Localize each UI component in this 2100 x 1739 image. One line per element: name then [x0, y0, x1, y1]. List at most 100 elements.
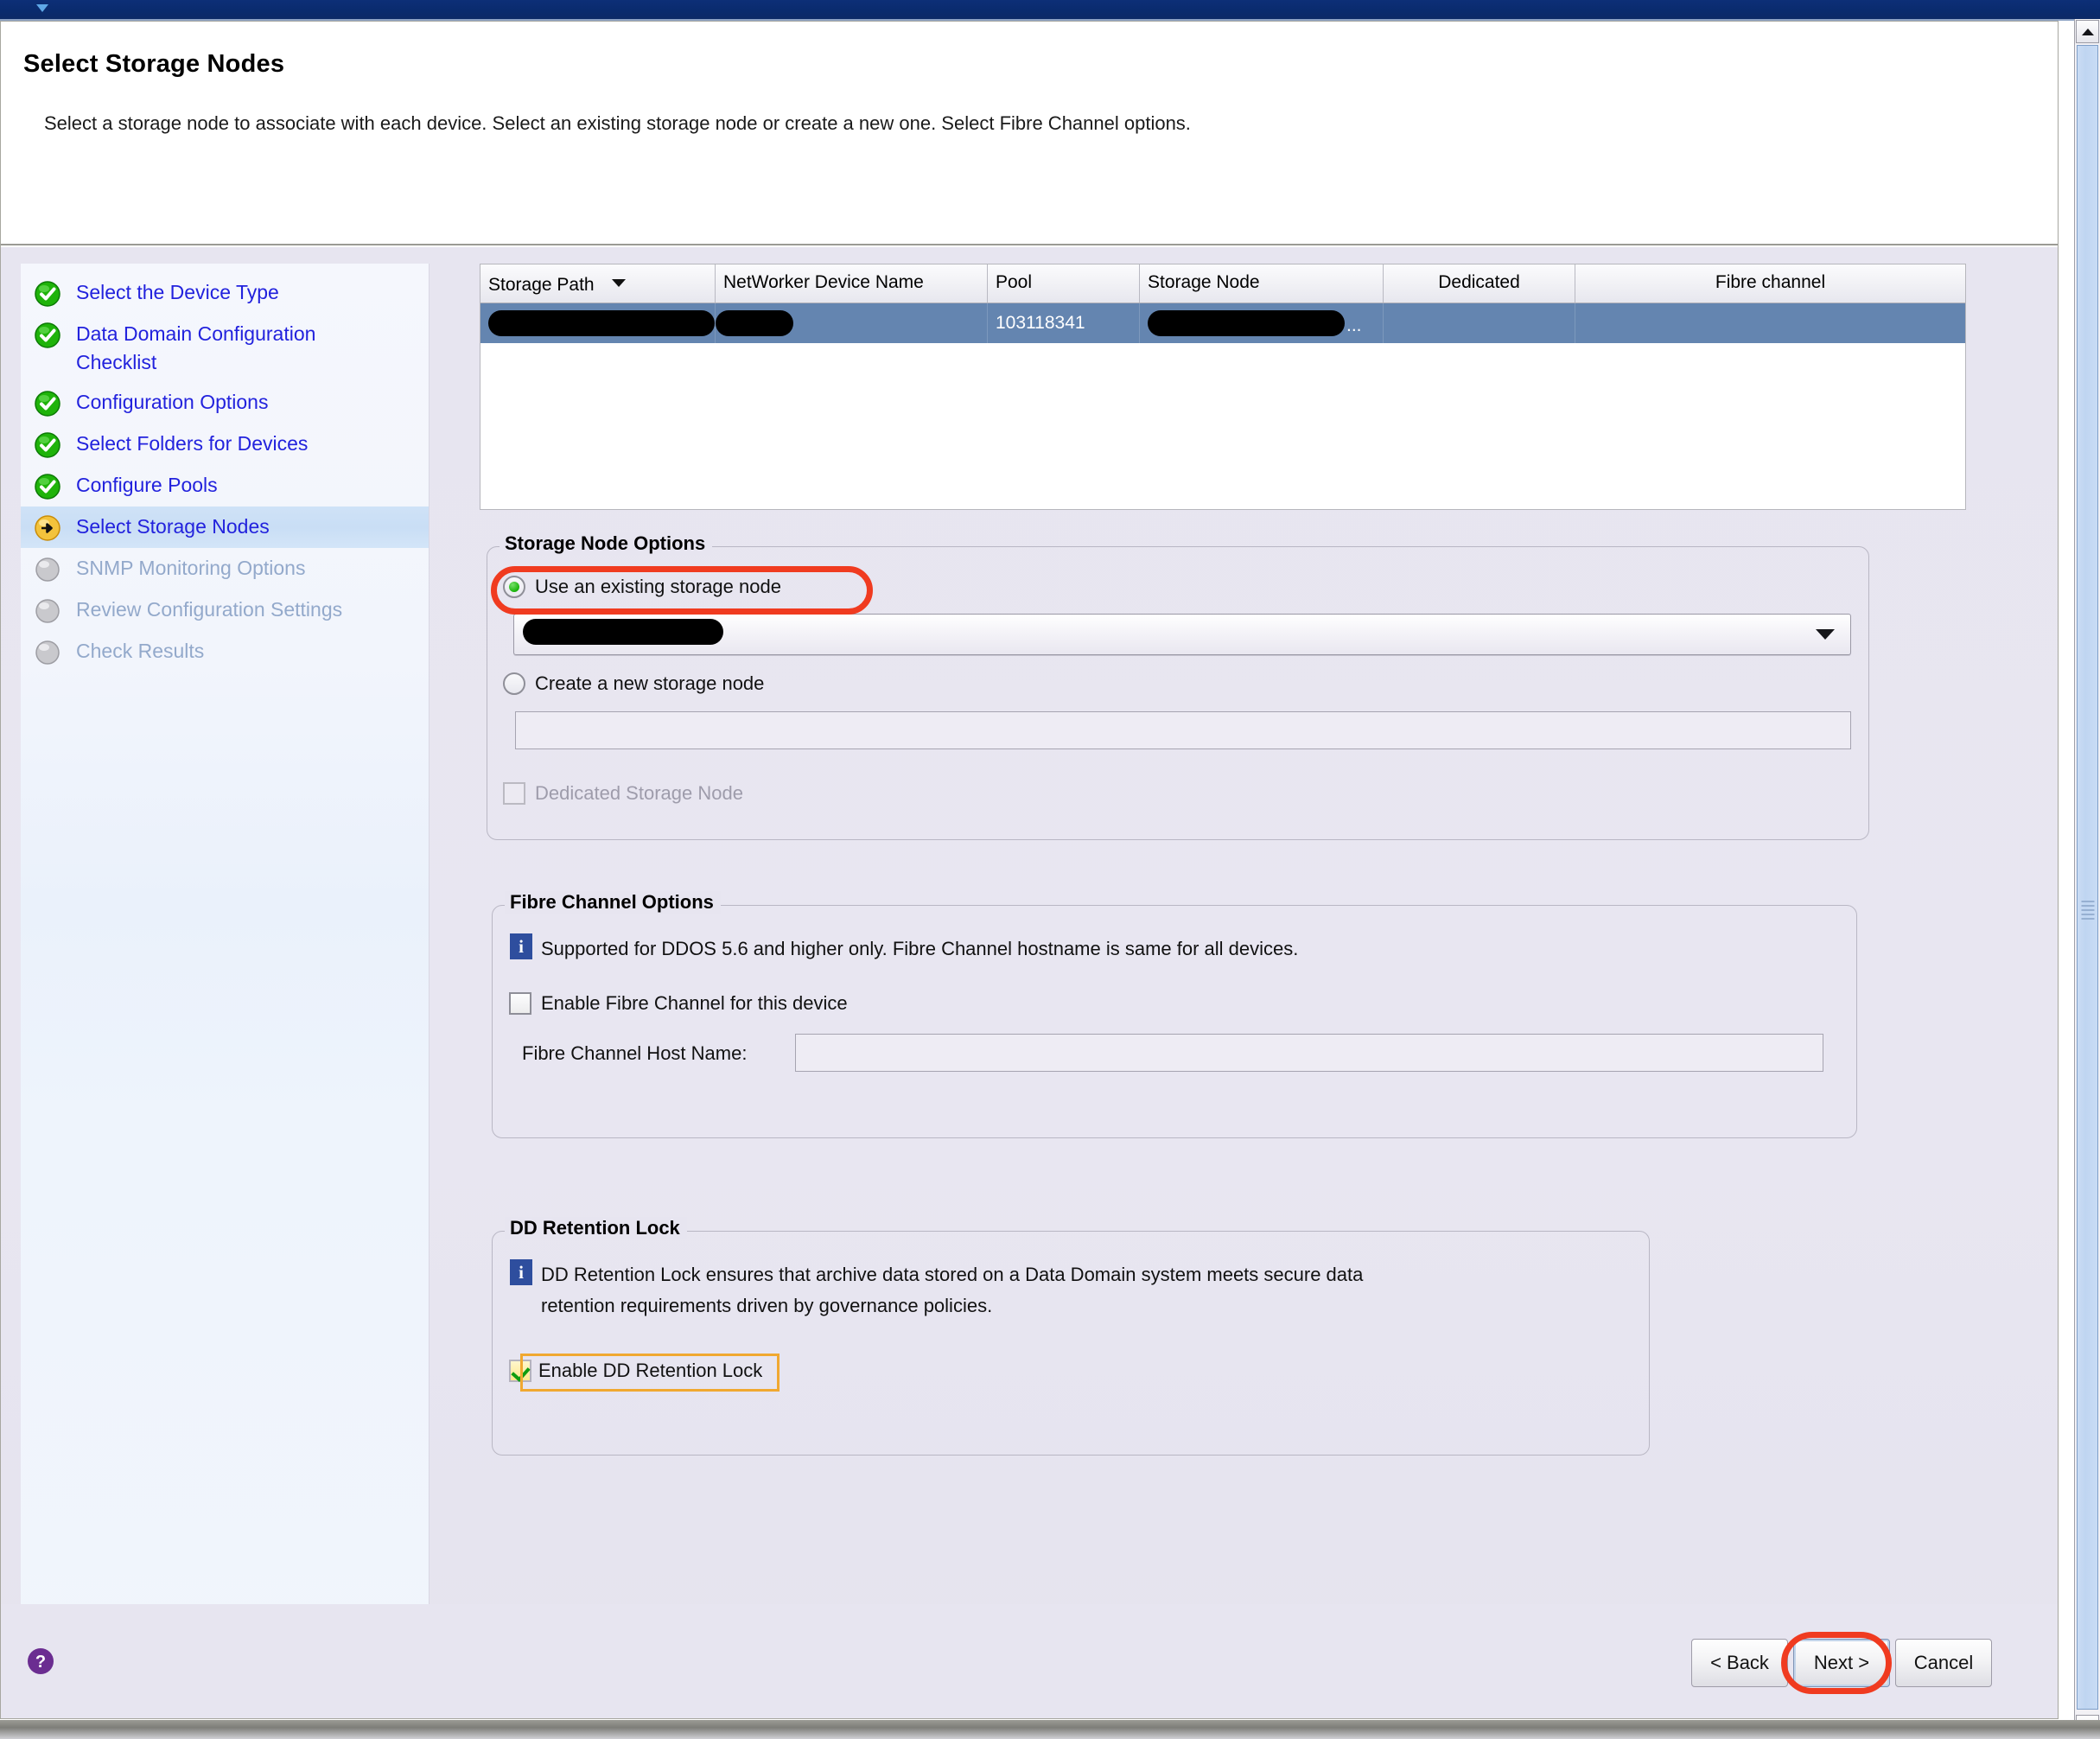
column-header-storage-path[interactable]: Storage Path	[480, 264, 716, 303]
group-title: Storage Node Options	[500, 532, 713, 555]
page-title: Select Storage Nodes	[23, 50, 285, 78]
sidebar-item-select-storage-nodes[interactable]: Select Storage Nodes	[21, 506, 429, 548]
enable-dd-retention-lock-checkbox[interactable]: Enable DD Retention Lock	[509, 1360, 762, 1382]
dd-retention-lock-info-line-2: retention requirements driven by governa…	[541, 1295, 993, 1316]
sidebar-item-configure-pools[interactable]: Configure Pools	[21, 465, 429, 506]
green-check-icon	[33, 430, 62, 460]
help-question-icon[interactable]: ?	[25, 1646, 56, 1677]
svg-text:?: ?	[35, 1653, 46, 1672]
redacted-value-bar	[716, 310, 793, 336]
cell-pool: 103118341	[988, 303, 1140, 343]
sidebar-item-review-configuration-settings: Review Configuration Settings	[21, 589, 429, 631]
fibre-channel-info-row: i Supported for DDOS 5.6 and higher only…	[510, 933, 1298, 965]
fibre-channel-host-name-label: Fibre Channel Host Name:	[522, 1042, 748, 1064]
column-header-fibre-channel[interactable]: Fibre channel	[1575, 264, 1965, 303]
use-existing-storage-node-label: Use an existing storage node	[535, 576, 781, 597]
radio-button-icon[interactable]	[503, 672, 525, 695]
green-check-icon	[33, 279, 62, 309]
sidebar-item-label: Select Folders for Devices	[76, 432, 309, 455]
checkbox-icon[interactable]	[509, 1360, 531, 1382]
cell-networker-device-name	[716, 303, 988, 343]
sidebar-item-label: Review Configuration Settings	[76, 598, 343, 621]
dd-retention-lock-group: DD Retention Lock i DD Retention Lock en…	[492, 1217, 1650, 1456]
checkbox-icon[interactable]	[509, 992, 531, 1015]
table-row[interactable]: 103118341 ...	[480, 303, 1965, 343]
grey-circle-icon	[33, 596, 62, 626]
scrollbar-thumb[interactable]	[2077, 45, 2098, 1710]
radio-button-icon[interactable]	[503, 576, 525, 598]
chevron-down-icon[interactable]	[1816, 629, 1835, 640]
wizard-sidebar: Select the Device Type Data Domain Confi…	[21, 264, 430, 1661]
existing-storage-node-combobox[interactable]	[513, 614, 1851, 655]
sidebar-item-configuration-options[interactable]: Configuration Options	[21, 382, 429, 424]
green-check-icon	[33, 321, 62, 350]
sidebar-item-snmp-monitoring-options: SNMP Monitoring Options	[21, 548, 429, 589]
new-storage-node-input[interactable]	[515, 711, 1851, 749]
orange-arrow-icon	[33, 513, 62, 543]
back-button[interactable]: < Back	[1691, 1639, 1788, 1687]
sidebar-item-data-domain-configuration-checklist[interactable]: Data Domain Configuration Checklist	[21, 314, 429, 382]
content-column: Storage Path NetWorker Device Name Pool …	[474, 252, 2030, 1718]
next-button[interactable]: Next >	[1793, 1639, 1890, 1687]
footer-bar: ? < Back Next > Cancel	[1, 1604, 2058, 1718]
green-check-icon	[33, 472, 62, 501]
cell-fibre-channel	[1575, 303, 1965, 343]
group-title: DD Retention Lock	[505, 1217, 687, 1239]
enable-fibre-channel-checkbox[interactable]: Enable Fibre Channel for this device	[509, 992, 848, 1015]
sidebar-item-select-the-device-type[interactable]: Select the Device Type	[21, 272, 429, 314]
device-table-body: 103118341 ...	[480, 303, 1965, 508]
storage-node-options-group: Storage Node Options Use an existing sto…	[487, 532, 1869, 840]
info-icon: i	[510, 933, 532, 959]
sidebar-item-select-folders-for-devices[interactable]: Select Folders for Devices	[21, 424, 429, 465]
sidebar-item-label: SNMP Monitoring Options	[76, 557, 306, 579]
column-header-pool[interactable]: Pool	[988, 264, 1140, 303]
column-header-dedicated[interactable]: Dedicated	[1384, 264, 1575, 303]
page-subtitle: Select a storage node to associate with …	[44, 112, 1191, 134]
dedicated-storage-node-checkbox: Dedicated Storage Node	[503, 782, 743, 805]
fibre-channel-options-group: Fibre Channel Options i Supported for DD…	[492, 891, 1857, 1138]
redacted-value-bar	[523, 619, 723, 645]
sidebar-item-label: Configure Pools	[76, 474, 218, 496]
redacted-value-bar	[488, 310, 715, 336]
dd-retention-lock-info-row: i DD Retention Lock ensures that archive…	[510, 1259, 1363, 1322]
device-table-header-row: Storage Path NetWorker Device Name Pool …	[480, 264, 1965, 303]
footer-button-group: < Back Next > Cancel	[1691, 1639, 1992, 1687]
scrollbar-grip-icon	[2081, 901, 2094, 920]
cell-storage-node: ...	[1140, 303, 1384, 343]
enable-dd-retention-lock-label: Enable DD Retention Lock	[538, 1360, 763, 1381]
fibre-channel-host-name-input[interactable]	[795, 1034, 1823, 1072]
column-header-label: Storage Path	[488, 275, 595, 295]
sidebar-item-check-results: Check Results	[21, 631, 429, 672]
vertical-scrollbar[interactable]	[2074, 19, 2100, 1739]
sidebar-item-label: Select the Device Type	[76, 281, 279, 303]
redacted-value-bar	[1148, 310, 1345, 336]
app-logo-icon	[35, 1, 50, 16]
wizard-window: Select Storage Nodes Select a storage no…	[0, 21, 2059, 1719]
sidebar-item-label: Configuration Options	[76, 391, 269, 413]
grey-circle-icon	[33, 638, 62, 667]
group-title: Fibre Channel Options	[505, 891, 721, 914]
grey-circle-icon	[33, 555, 62, 584]
cancel-button[interactable]: Cancel	[1895, 1639, 1992, 1687]
dd-retention-lock-info-line-1: DD Retention Lock ensures that archive d…	[541, 1264, 1364, 1285]
window-bottom-edge	[0, 1720, 2100, 1739]
cell-storage-path	[480, 303, 716, 343]
create-new-storage-node-radio[interactable]: Create a new storage node	[503, 672, 764, 695]
existing-storage-node-value	[523, 619, 723, 647]
cell-truncation-ellipsis: ...	[1346, 315, 1362, 335]
info-icon: i	[510, 1259, 532, 1285]
dedicated-storage-node-label: Dedicated Storage Node	[535, 782, 743, 804]
sidebar-item-label: Select Storage Nodes	[76, 515, 270, 538]
use-existing-storage-node-radio[interactable]: Use an existing storage node	[503, 576, 781, 598]
sort-descending-caret	[611, 272, 627, 293]
column-header-networker-device-name[interactable]: NetWorker Device Name	[716, 264, 988, 303]
column-header-storage-node[interactable]: Storage Node	[1140, 264, 1384, 303]
enable-fibre-channel-label: Enable Fibre Channel for this device	[541, 992, 848, 1014]
checkbox-icon	[503, 782, 525, 805]
create-new-storage-node-label: Create a new storage node	[535, 672, 765, 694]
window-titlebar	[0, 0, 2100, 21]
sidebar-item-label: Data Domain Configuration Checklist	[76, 322, 316, 373]
scroll-up-arrow-icon[interactable]	[2076, 20, 2099, 43]
device-table: Storage Path NetWorker Device Name Pool …	[480, 264, 1966, 510]
page-body: Select the Device Type Data Domain Confi…	[1, 247, 2058, 1718]
